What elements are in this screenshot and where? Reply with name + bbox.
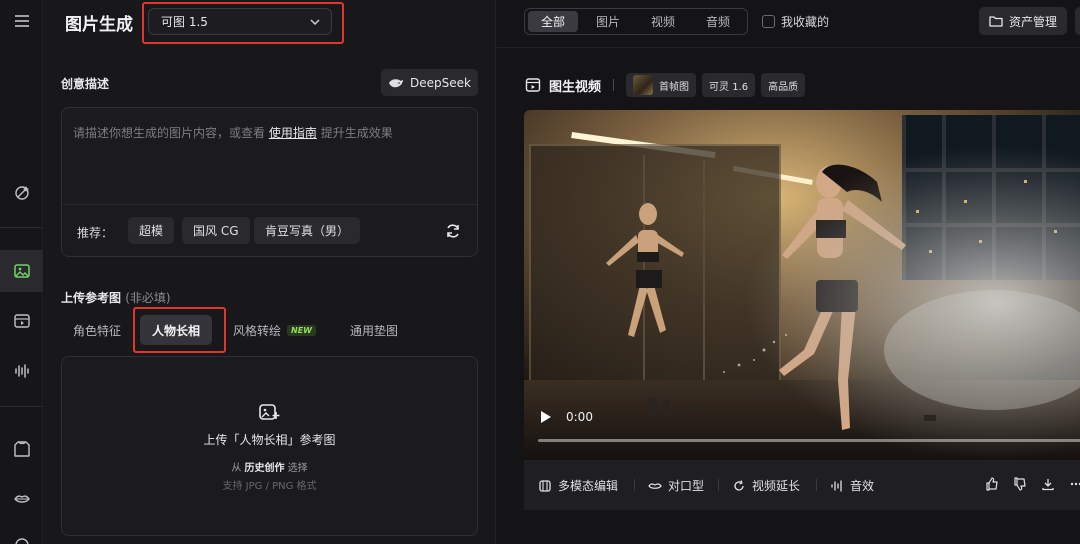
model-select[interactable]: 可图 1.5 [148,8,332,35]
left-nav-rail [0,0,43,544]
video-player[interactable]: 0:00 [524,110,1080,460]
page-title: 图片生成 [65,15,133,35]
video-icon [525,78,541,92]
tab-character-features[interactable]: 角色特征 [73,315,121,345]
lip-sync-button[interactable]: 对口型 [648,477,704,494]
whale-icon [389,78,404,87]
video-card-header: 图生视频 首帧图 可灵 1.6 高品质 [525,72,811,98]
usage-guide-link[interactable]: 使用指南 [269,126,317,140]
filter-audio[interactable]: 音频 [693,11,743,32]
tab-style-transfer-label: 风格转绘 [233,323,282,338]
first-frame-tag: 首帧图 [626,73,697,97]
play-icon[interactable] [541,411,551,423]
tab-face-appearance[interactable]: 人物长相 [140,315,213,345]
recommend-chip[interactable]: 肯豆写真（男） [254,217,361,244]
audio-wave-icon [831,479,842,492]
filter-video[interactable]: 视频 [638,11,688,32]
rail-divider [0,227,43,228]
magic-tag-icon[interactable] [0,172,43,214]
filter-image[interactable]: 图片 [583,11,633,32]
thumbs-down-icon[interactable] [1013,477,1027,491]
chevron-down-icon [310,19,320,26]
video-extend-label: 视频延长 [752,479,801,493]
video-card-title: 图生视频 [549,79,602,95]
video-extend-button[interactable]: 视频延长 [732,477,800,494]
results-topbar: 全部 图片 视频 音频 我收藏的 资产管理 [497,0,1080,48]
thumbs-up-icon[interactable] [985,477,999,491]
prompt-divider [62,204,477,205]
reference-section-label: 上传参考图 (非必填) [61,289,171,306]
recommend-label: 推荐： [77,226,114,240]
upload-title: 上传「人物长相」参考图 [203,433,336,447]
recommend-chip[interactable]: 国风 CG [182,217,250,244]
download-icon[interactable] [1041,477,1055,491]
menu-icon[interactable] [0,0,43,42]
video-action-bar: 多模态编辑 对口型 视频延长 音效 [524,460,1080,510]
first-frame-label: 首帧图 [659,81,690,93]
recommend-chip[interactable]: 超模 [128,217,175,244]
first-frame-thumbnail [633,75,654,95]
from-prefix: 从 [231,463,242,474]
placeholder-text-after: 提升生成效果 [320,126,393,140]
lips-icon[interactable] [0,478,43,520]
upload-from-history: 从 历史创作 选择 [62,459,477,474]
sound-effect-button[interactable]: 音效 [830,477,874,494]
new-badge: NEW [287,324,316,336]
multimodal-edit-label: 多模态编辑 [558,479,619,493]
video-frame-image [524,110,1080,460]
image-upload-icon [259,404,280,420]
circle-icon[interactable] [0,524,43,544]
upload-dropzone[interactable]: 上传「人物长相」参考图 从 历史创作 选择 支持 JPG / PNG 格式 [61,356,478,536]
from-suffix: 选择 [287,463,308,474]
action-separator [718,479,719,491]
reference-optional: (非必填) [125,291,171,305]
rail-divider [0,406,43,407]
more-icon[interactable] [1069,477,1080,491]
prompt-placeholder: 请描述你想生成的图片内容，或查看 使用指南 提升生成效果 [73,124,393,141]
asset-management-button[interactable]: 资产管理 [979,7,1067,35]
image-icon[interactable] [0,250,43,292]
video-progress-bar[interactable] [538,439,1080,442]
quality-tag: 高品质 [761,73,806,97]
asset-management-label: 资产管理 [1008,14,1057,29]
model-select-value: 可图 1.5 [161,15,208,29]
action-separator [816,479,817,491]
tab-style-transfer[interactable]: 风格转绘 NEW [233,315,316,345]
video-time: 0:00 [566,410,593,424]
history-link[interactable]: 历史创作 [245,463,285,474]
deepseek-label: DeepSeek [410,75,471,90]
extend-icon [734,479,744,491]
prompt-section-label: 创意描述 [61,77,110,91]
placeholder-text: 请描述你想生成的图片内容，或查看 [73,126,266,140]
deepseek-button[interactable]: DeepSeek [381,69,478,96]
favorites-toggle[interactable]: 我收藏的 [762,13,829,30]
favorites-checkbox[interactable] [762,15,775,28]
generation-panel: 图片生成 可图 1.5 创意描述 DeepSeek 请描述你想生成的图片内容，或… [44,0,496,544]
overflow-button[interactable] [1075,7,1080,35]
tab-general-base[interactable]: 通用垫图 [350,315,398,345]
multimodal-edit-button[interactable]: 多模态编辑 [538,477,618,494]
edit-frame-icon [539,479,551,492]
media-filter: 全部 图片 视频 音频 [524,8,748,35]
lips-icon [648,482,662,489]
folder-icon [989,16,1003,27]
lip-sync-label: 对口型 [668,479,705,493]
filter-all[interactable]: 全部 [528,11,578,32]
header-separator [613,79,615,91]
upload-format-hint: 支持 JPG / PNG 格式 [222,481,317,492]
refresh-icon[interactable] [444,222,462,240]
shirt-icon[interactable] [0,428,43,470]
action-separator [634,479,635,491]
audio-wave-icon[interactable] [0,350,43,392]
reference-label: 上传参考图 [61,291,122,305]
prompt-textarea[interactable]: 请描述你想生成的图片内容，或查看 使用指南 提升生成效果 推荐： 超模 国风 C… [61,107,478,257]
model-tag: 可灵 1.6 [702,73,756,97]
favorites-label: 我收藏的 [781,15,830,29]
video-icon[interactable] [0,300,43,342]
sound-effect-label: 音效 [850,479,875,493]
